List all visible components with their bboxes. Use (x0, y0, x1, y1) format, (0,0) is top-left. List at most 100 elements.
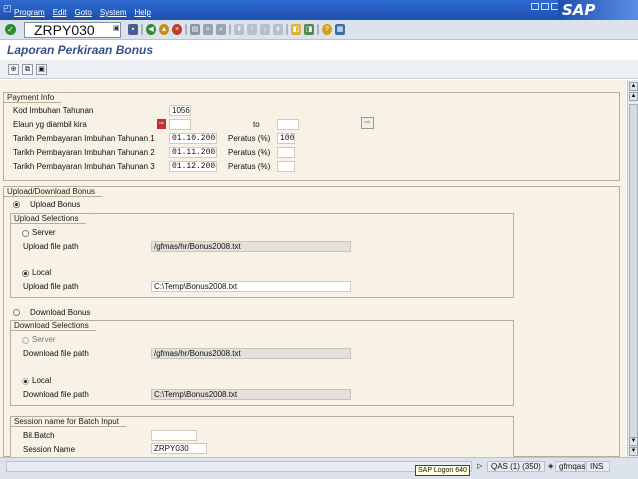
session-title: Session name for Batch Input (10, 416, 134, 427)
toolbar-separator (185, 24, 187, 35)
download-server-path-field: /gfmas/hr/Bonus2008.txt (151, 348, 351, 359)
menu-help[interactable]: Help (135, 8, 151, 17)
to-label: to (253, 120, 260, 129)
print-icon[interactable]: ▤ (190, 24, 200, 35)
save-icon[interactable]: ▪ (128, 24, 138, 35)
menu-goto[interactable]: Goto (74, 8, 91, 17)
new-session-icon[interactable]: ◧ (291, 24, 301, 35)
minimize-icon[interactable] (531, 3, 539, 10)
payment-info-title: Payment Info (3, 92, 69, 103)
menu-system[interactable]: System (100, 8, 127, 17)
standard-toolbar: ✓ ZRPY030 ▣ ▪ ◀ ▲ × ▤ ⌕ ⌕ ⇞ ↑ ↓ ⇟ ◧ ◨ ? … (0, 20, 638, 40)
upload-local-path-field[interactable]: C:\Temp\Bonus2008.txt (151, 281, 351, 292)
tarikh-1-label: Tarikh Pembayaran Imbuhan Tahunan 1 (13, 134, 155, 143)
tarikh-1-field[interactable]: 01.10.2008 (169, 133, 217, 144)
find-icon[interactable]: ⌕ (203, 24, 213, 35)
menu-program[interactable]: Program (14, 8, 45, 17)
elaun-label: Elaun yg diambil kira (13, 120, 87, 129)
bil-batch-label: Bil.Batch (23, 431, 55, 440)
elaun-to-field[interactable] (277, 119, 299, 130)
download-local-path-label: Download file path (23, 390, 89, 399)
download-local-label: Local (32, 376, 52, 385)
status-expand-icon[interactable]: ▷ (477, 462, 482, 470)
find-next-icon[interactable]: ⌕ (216, 24, 226, 35)
menu-edit[interactable]: Edit (53, 8, 67, 17)
multiple-selection-button[interactable]: ⇨ (361, 117, 374, 129)
peratus-3-field[interactable] (277, 161, 295, 172)
toolbar-separator (286, 24, 288, 35)
command-field[interactable]: ZRPY030 (24, 22, 121, 38)
enter-icon[interactable]: ✓ (5, 24, 16, 35)
selection-options-icon[interactable]: ▣ (36, 64, 47, 75)
peratus-2-label: Peratus (%) (228, 148, 271, 157)
status-system[interactable]: QAS (1) (350) (487, 461, 545, 472)
cancel-icon[interactable]: × (172, 24, 182, 35)
maximize-icon[interactable] (541, 3, 549, 10)
selection-screen: Payment Info Kod Imbuhan Tahunan 1056 El… (0, 80, 626, 460)
exit-icon[interactable]: ▲ (159, 24, 169, 35)
upload-download-title: Upload/Download Bonus (3, 186, 110, 197)
prev-page-icon[interactable]: ↑ (247, 24, 257, 35)
first-page-icon[interactable]: ⇞ (234, 24, 244, 35)
customize-layout-icon[interactable]: ▦ (335, 24, 345, 35)
vertical-scrollbar[interactable]: ▲ ▲ ▼ ▼ (627, 80, 638, 457)
variant-icon[interactable]: ⧉ (22, 64, 33, 75)
scroll-down-icon[interactable]: ▼ (629, 437, 638, 446)
scroll-thumb[interactable] (629, 104, 638, 448)
session-group: Session name for Batch Input Bil.Batch S… (10, 416, 514, 460)
peratus-1-label: Peratus (%) (228, 134, 271, 143)
status-mode[interactable]: INS (586, 461, 610, 472)
help-icon[interactable]: ? (322, 24, 332, 35)
tarikh-3-field[interactable]: 01.12.2008 (169, 161, 217, 172)
toolbar-icons: ▪ ◀ ▲ × ▤ ⌕ ⌕ ⇞ ↑ ↓ ⇟ ◧ ◨ ? ▦ (128, 24, 345, 35)
back-icon[interactable]: ◀ (146, 24, 156, 35)
upload-local-path-label: Upload file path (23, 282, 79, 291)
download-selections-title: Download Selections (10, 320, 104, 331)
next-page-icon[interactable]: ↓ (260, 24, 270, 35)
toolbar-separator (141, 24, 143, 35)
session-name-label: Session Name (23, 445, 76, 454)
status-bar: SAP Logon 640 ▷ QAS (1) (350) ◈ gfmqas I… (0, 457, 638, 479)
peratus-2-field[interactable] (277, 147, 295, 158)
download-bonus-label: Download Bonus (30, 308, 91, 317)
download-server-label: Server (32, 335, 56, 344)
scroll-top-icon[interactable]: ▲ (629, 82, 638, 91)
upload-selections-title: Upload Selections (10, 213, 93, 224)
session-name-field[interactable]: ZRPY030 (151, 443, 207, 454)
tarikh-2-field[interactable]: 01.11.2008 (169, 147, 217, 158)
upload-server-path-field: /gfmas/hr/Bonus2008.txt (151, 241, 351, 252)
upload-server-radio[interactable] (22, 230, 29, 237)
last-page-icon[interactable]: ⇟ (273, 24, 283, 35)
peratus-3-label: Peratus (%) (228, 162, 271, 171)
tarikh-2-label: Tarikh Pembayaran Imbuhan Tahunan 2 (13, 148, 155, 157)
title-bar: Laporan Perkiraan Bonus (0, 40, 638, 60)
upload-server-path-label: Upload file path (23, 242, 79, 251)
menu: Program Edit Goto System Help (14, 8, 151, 17)
execute-icon[interactable]: ⊕ (8, 64, 19, 75)
download-server-path-label: Download file path (23, 349, 89, 358)
sap-logon-tooltip: SAP Logon 640 (415, 465, 470, 476)
scroll-bottom-icon[interactable]: ▼ (629, 447, 638, 456)
toolbar-separator (229, 24, 231, 35)
kod-imbuhan-field[interactable]: 1056 (169, 105, 191, 116)
kod-imbuhan-label: Kod Imbuhan Tahunan (13, 106, 94, 115)
download-selections-group: Download Selections Server Download file… (10, 320, 514, 406)
scroll-up-icon[interactable]: ▲ (629, 92, 638, 101)
peratus-1-field[interactable]: 100 (277, 133, 295, 144)
upload-bonus-radio[interactable] (13, 201, 20, 208)
upload-local-radio[interactable] (22, 270, 29, 277)
upload-bonus-label: Upload Bonus (30, 200, 81, 209)
command-history-icon[interactable]: ▣ (113, 24, 121, 35)
download-local-radio[interactable] (22, 378, 29, 385)
payment-info-group: Payment Info Kod Imbuhan Tahunan 1056 El… (3, 92, 620, 181)
elaun-from-field[interactable] (169, 119, 191, 130)
sap-logo: SAP (558, 0, 638, 20)
multiple-selection-icon[interactable]: ⇨ (157, 119, 166, 129)
bil-batch-field[interactable] (151, 430, 197, 441)
menu-bar: ◰ Program Edit Goto System Help SAP (0, 0, 638, 20)
upload-local-label: Local (32, 268, 52, 277)
download-bonus-radio[interactable] (13, 309, 20, 316)
tarikh-3-label: Tarikh Pembayaran Imbuhan Tahunan 3 (13, 162, 155, 171)
download-server-radio[interactable] (22, 337, 29, 344)
shortcut-icon[interactable]: ◨ (304, 24, 314, 35)
